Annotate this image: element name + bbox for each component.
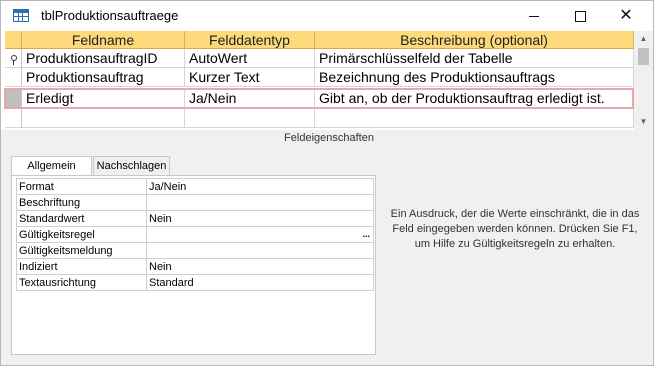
property-value[interactable]: Nein: [146, 210, 374, 227]
property-name: Gültigkeitsmeldung: [16, 242, 147, 259]
property-value[interactable]: [146, 242, 374, 259]
row-selector[interactable]: [5, 68, 22, 87]
expression-builder-button[interactable]: ...: [362, 228, 370, 241]
property-value[interactable]: Nein: [146, 258, 374, 275]
property-name: Gültigkeitsregel: [16, 226, 147, 243]
property-value[interactable]: Ja/Nein: [146, 178, 374, 195]
property-row[interactable]: Textausrichtung Standard: [16, 274, 374, 291]
scroll-up-icon[interactable]: ▲: [634, 32, 653, 46]
header-felddatentyp[interactable]: Felddatentyp: [185, 31, 315, 49]
header-feldname[interactable]: Feldname: [22, 31, 185, 49]
vertical-scrollbar[interactable]: ▲ ▼: [634, 31, 653, 130]
help-text: Ein Ausdruck, der die Werte einschränkt,…: [390, 208, 640, 250]
cell-feldname[interactable]: ProduktionsauftragID: [22, 49, 185, 68]
close-icon: ✕: [619, 7, 633, 24]
header-beschreibung[interactable]: Beschreibung (optional): [315, 31, 634, 49]
cell-beschreibung-empty[interactable]: [315, 109, 634, 128]
table-icon: [13, 9, 29, 22]
active-row-highlight: [4, 88, 634, 109]
primary-key-icon: [11, 55, 17, 65]
property-row[interactable]: Beschriftung: [16, 194, 374, 211]
property-sheet: Format Ja/Nein Beschriftung Standardwert N…: [11, 175, 376, 355]
scroll-thumb[interactable]: [638, 48, 649, 65]
cell-feldname-empty[interactable]: [22, 109, 185, 128]
property-value[interactable]: Standard: [146, 274, 374, 291]
property-row[interactable]: Standardwert Nein: [16, 210, 374, 227]
minimize-button[interactable]: [511, 1, 557, 31]
property-name: Textausrichtung: [16, 274, 147, 291]
tab-nachschlagen[interactable]: Nachschlagen: [93, 156, 170, 175]
close-button[interactable]: ✕: [603, 1, 649, 31]
property-table: Format Ja/Nein Beschriftung Standardwert N…: [16, 178, 374, 291]
cell-felddatentyp[interactable]: Kurzer Text: [185, 68, 315, 87]
row-selector[interactable]: [5, 109, 22, 128]
window-title: tblProduktionsauftraege: [41, 8, 179, 23]
maximize-button[interactable]: [557, 1, 603, 31]
field-grid: Feldname Felddatentyp Beschreibung (opti…: [1, 31, 653, 130]
title-bar[interactable]: tblProduktionsauftraege ✕: [1, 1, 653, 31]
cell-felddatentyp[interactable]: AutoWert: [185, 49, 315, 68]
property-row[interactable]: Gültigkeitsregel...: [16, 226, 374, 243]
maximize-icon: [574, 10, 586, 22]
property-row[interactable]: Indiziert Nein: [16, 258, 374, 275]
property-row[interactable]: Format Ja/Nein: [16, 178, 374, 195]
property-row[interactable]: Gültigkeitsmeldung: [16, 242, 374, 259]
property-value-active[interactable]: ...: [146, 226, 374, 243]
cell-beschreibung[interactable]: Bezeichnung des Produktionsauftrags: [315, 68, 634, 87]
minimize-icon: [529, 15, 539, 17]
table-design-window: tblProduktionsauftraege ✕ Feldname Feldd…: [0, 0, 654, 366]
property-value[interactable]: [146, 194, 374, 211]
scroll-down-icon[interactable]: ▼: [634, 115, 653, 129]
row-selector[interactable]: [5, 49, 22, 68]
cell-beschreibung[interactable]: Primärschlüsselfeld der Tabelle: [315, 49, 634, 68]
field-properties-label: Feldeigenschaften: [284, 132, 374, 144]
cell-feldname[interactable]: Produktionsauftrag: [22, 68, 185, 87]
tab-allgemein[interactable]: Allgemein: [11, 156, 92, 176]
property-name: Beschriftung: [16, 194, 147, 211]
cell-felddatentyp-empty[interactable]: [185, 109, 315, 128]
property-name: Format: [16, 178, 147, 195]
property-name: Standardwert: [16, 210, 147, 227]
property-name: Indiziert: [16, 258, 147, 275]
header-corner[interactable]: [5, 31, 22, 49]
